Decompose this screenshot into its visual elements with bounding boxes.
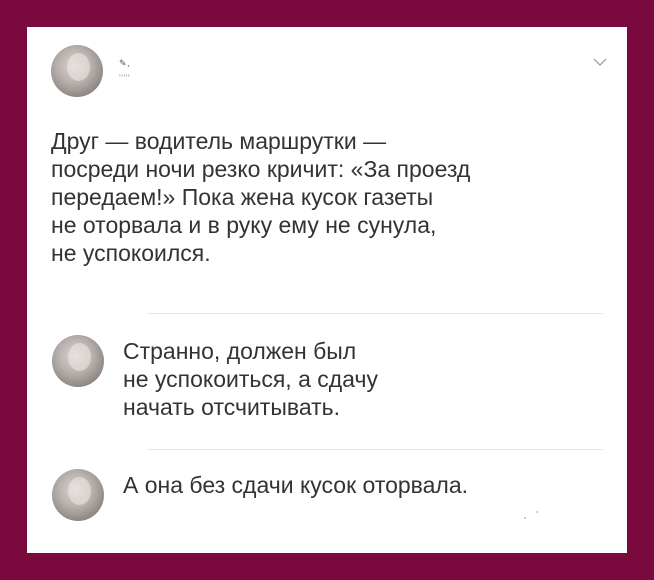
author-handle: ' ' ' ' ' bbox=[119, 73, 130, 83]
post-line: посреди ночи резко кричит: «За проезд bbox=[51, 156, 471, 182]
divider bbox=[147, 313, 603, 314]
post-line: не оторвала и в руку ему не сунула, bbox=[51, 212, 437, 238]
reply-avatar[interactable] bbox=[52, 469, 104, 521]
reply-avatar[interactable] bbox=[52, 335, 104, 387]
reply-line: не успокоиться, а сдачу bbox=[123, 366, 378, 392]
divider bbox=[147, 449, 603, 450]
reply-line: А она без сдачи кусок оторвала. bbox=[123, 472, 469, 498]
chevron-down-icon[interactable] bbox=[593, 57, 607, 67]
reply-line: начать отсчитывать. bbox=[123, 394, 341, 420]
post-card: ✎ , ' ' ' ' ' Друг — водитель маршрутки … bbox=[27, 27, 627, 553]
post-text: Друг — водитель маршрутки — посреди ночи… bbox=[51, 127, 581, 267]
post-line: не успокоился. bbox=[51, 240, 211, 266]
artifact-dot bbox=[536, 511, 538, 513]
post-line: Друг — водитель маршрутки — bbox=[51, 128, 387, 154]
author-name[interactable]: ✎ , bbox=[119, 59, 130, 68]
artifact-dot bbox=[524, 517, 526, 519]
post-line: передаем!» Пока жена кусок газеты bbox=[51, 184, 434, 210]
reply-text: А она без сдачи кусок оторвала. bbox=[123, 471, 593, 499]
reply-line: Странно, должен был bbox=[123, 338, 357, 364]
author-avatar[interactable] bbox=[51, 45, 103, 97]
reply-text: Странно, должен был не успокоиться, а сд… bbox=[123, 337, 583, 421]
